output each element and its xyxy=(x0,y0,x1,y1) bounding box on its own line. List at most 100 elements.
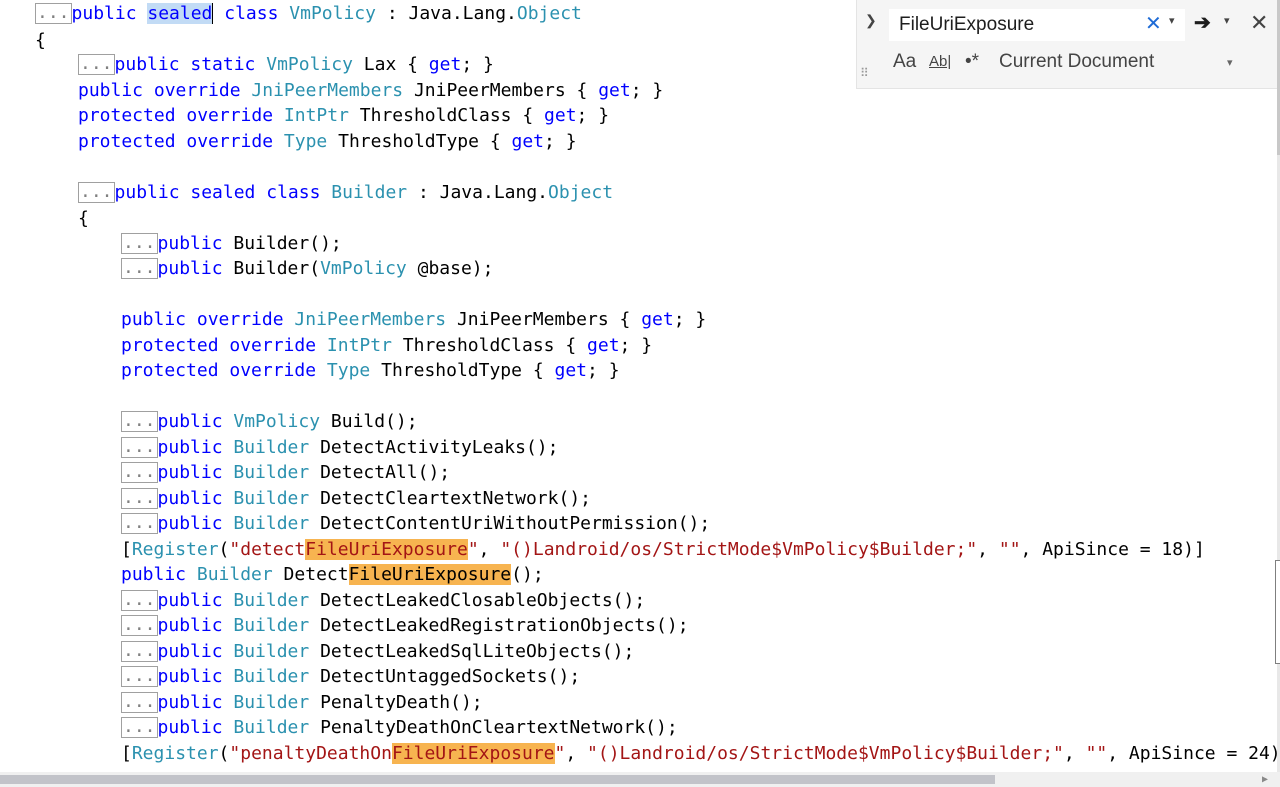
code-token: get xyxy=(511,131,545,152)
code-token: VmPolicy xyxy=(289,3,376,24)
code-token: "" xyxy=(998,539,1021,560)
collapsed-region-toggle[interactable]: ... xyxy=(121,692,158,713)
collapsed-region-toggle[interactable]: ... xyxy=(121,717,158,738)
code-token: Builder xyxy=(196,564,273,585)
code-line[interactable]: ... public Builder DetectAll(); xyxy=(121,460,450,485)
code-token: public xyxy=(157,488,234,509)
toggle-replace-icon[interactable]: ❯ xyxy=(865,12,877,29)
collapsed-region-toggle[interactable]: ... xyxy=(78,54,115,75)
code-line[interactable]: protected override IntPtr ThresholdClass… xyxy=(78,103,609,128)
code-token: protected override xyxy=(78,131,284,152)
code-line[interactable]: ... public static VmPolicy Lax { get; } xyxy=(78,52,494,77)
code-token: JniPeerMembers xyxy=(294,309,447,330)
code-token: (); xyxy=(511,564,544,585)
code-token: IntPtr xyxy=(283,105,349,126)
code-line[interactable]: [Register("detectFileUriExposure", "()La… xyxy=(121,537,1205,562)
code-line[interactable]: ... public VmPolicy Build(); xyxy=(121,409,418,434)
code-token: , xyxy=(478,539,501,560)
collapsed-region-toggle[interactable]: ... xyxy=(121,590,158,611)
code-line[interactable]: { xyxy=(35,28,46,53)
code-editor[interactable]: ... public sealed class VmPolicy : Java.L… xyxy=(0,0,1277,772)
find-next-icon[interactable]: ➔ xyxy=(1194,10,1211,35)
code-line[interactable]: ... public Builder(); xyxy=(121,231,342,256)
code-line[interactable]: ... public Builder PenaltyDeath(); xyxy=(121,690,483,715)
code-line[interactable]: ... public sealed class VmPolicy : Java.L… xyxy=(35,1,582,26)
code-line[interactable]: ... public Builder DetectActivityLeaks(); xyxy=(121,435,558,460)
code-token: FileUriExposure xyxy=(348,564,512,585)
horizontal-scrollbar[interactable]: ▶ xyxy=(0,772,1280,787)
code-token: public xyxy=(157,590,234,611)
code-token: " xyxy=(467,539,479,560)
clear-search-icon[interactable]: ✕ xyxy=(1145,11,1162,36)
code-token: ( xyxy=(218,539,230,560)
code-token: Type xyxy=(326,360,371,381)
close-find-icon[interactable]: ✕ xyxy=(1250,10,1268,36)
collapsed-region-toggle[interactable]: ... xyxy=(121,411,158,432)
code-token: "()Landroid/os/StrictMode$VmPolicy$Build… xyxy=(587,743,1064,764)
code-token: Builder xyxy=(233,641,310,662)
code-line[interactable]: ... public Builder DetectCleartextNetwork… xyxy=(121,486,591,511)
match-case-icon[interactable]: Aa xyxy=(893,51,916,73)
code-line[interactable]: protected override IntPtr ThresholdClass… xyxy=(121,333,652,358)
code-line[interactable]: ... public Builder DetectLeakedSqlLiteObj… xyxy=(121,639,634,664)
code-token: Builder xyxy=(233,488,310,509)
code-line[interactable]: ... public Builder PenaltyDeathOnCleartex… xyxy=(121,715,678,740)
collapsed-region-toggle[interactable]: ... xyxy=(121,666,158,687)
code-line[interactable]: [Register("penaltyDeathOnFileUriExposure… xyxy=(121,741,1277,766)
code-token: "penaltyDeathOn xyxy=(229,743,392,764)
code-token: Builder xyxy=(233,513,310,534)
code-line[interactable]: public Builder DetectFileUriExposure(); xyxy=(121,562,544,587)
collapsed-region-toggle[interactable]: ... xyxy=(121,641,158,662)
code-line[interactable]: protected override Type ThresholdType { … xyxy=(78,129,577,154)
collapsed-region-toggle[interactable]: ... xyxy=(121,462,158,483)
grip-icon[interactable]: ⠿ xyxy=(860,66,869,80)
code-token: Builder(); xyxy=(233,233,342,254)
collapsed-region-toggle[interactable]: ... xyxy=(121,615,158,636)
find-search-input[interactable] xyxy=(889,9,1185,41)
code-token: protected override xyxy=(121,335,327,356)
code-token: Builder xyxy=(233,590,310,611)
code-line[interactable]: ... public Builder DetectLeakedRegistrati… xyxy=(121,613,689,638)
collapsed-region-toggle[interactable]: ... xyxy=(121,437,158,458)
code-line[interactable]: ... public Builder DetectContentUriWithou… xyxy=(121,511,710,536)
code-line[interactable]: ... public Builder DetectLeakedClosableOb… xyxy=(121,588,645,613)
code-token: "" xyxy=(1085,743,1108,764)
collapsed-region-toggle[interactable]: ... xyxy=(121,513,158,534)
code-line[interactable]: protected override Type ThresholdType { … xyxy=(121,358,620,383)
code-token: public xyxy=(157,258,234,279)
code-token: { xyxy=(78,208,89,229)
code-token: Lax { xyxy=(352,54,429,75)
code-token: public static xyxy=(114,54,267,75)
code-line[interactable]: ... public sealed class Builder : Java.La… xyxy=(78,180,613,205)
code-line[interactable]: public override JniPeerMembers JniPeerMe… xyxy=(78,78,663,103)
code-token: " xyxy=(554,743,566,764)
collapsed-region-toggle[interactable]: ... xyxy=(35,3,72,24)
code-line[interactable]: ... public Builder(VmPolicy @base); xyxy=(121,256,493,281)
code-line[interactable]: public override JniPeerMembers JniPeerMe… xyxy=(121,307,706,332)
search-history-dropdown-icon[interactable]: ▾ xyxy=(1169,14,1175,27)
collapsed-region-toggle[interactable]: ... xyxy=(121,488,158,509)
scroll-right-icon[interactable]: ▶ xyxy=(1262,772,1268,787)
search-scope-select[interactable]: Current Document xyxy=(999,51,1154,73)
use-regex-icon[interactable]: •* xyxy=(965,51,979,73)
code-token: DetectActivityLeaks(); xyxy=(309,437,559,458)
horizontal-scroll-thumb[interactable] xyxy=(0,775,995,784)
code-token: ; } xyxy=(630,80,664,101)
code-token: get xyxy=(544,105,577,126)
scope-dropdown-icon[interactable]: ▾ xyxy=(1227,56,1233,69)
code-token: sealed xyxy=(147,3,213,24)
collapsed-region-toggle[interactable]: ... xyxy=(78,182,115,203)
find-widget: ❯ ✕ ▾ ➔ ▾ ✕ ⠿ Aa Ab| •* Current Document… xyxy=(856,0,1279,89)
match-whole-word-icon[interactable]: Ab| xyxy=(929,53,951,70)
code-token: , xyxy=(565,743,588,764)
code-token: ThresholdClass { xyxy=(391,335,588,356)
code-line[interactable]: { xyxy=(78,206,89,231)
code-line[interactable]: ... public Builder DetectUntaggedSockets(… xyxy=(121,664,580,689)
code-token: ; } xyxy=(544,131,577,152)
code-token: public xyxy=(157,233,234,254)
code-token: public xyxy=(157,411,234,432)
find-next-dropdown-icon[interactable]: ▾ xyxy=(1224,14,1230,27)
collapsed-region-toggle[interactable]: ... xyxy=(121,233,158,254)
collapsed-region-toggle[interactable]: ... xyxy=(121,258,158,279)
